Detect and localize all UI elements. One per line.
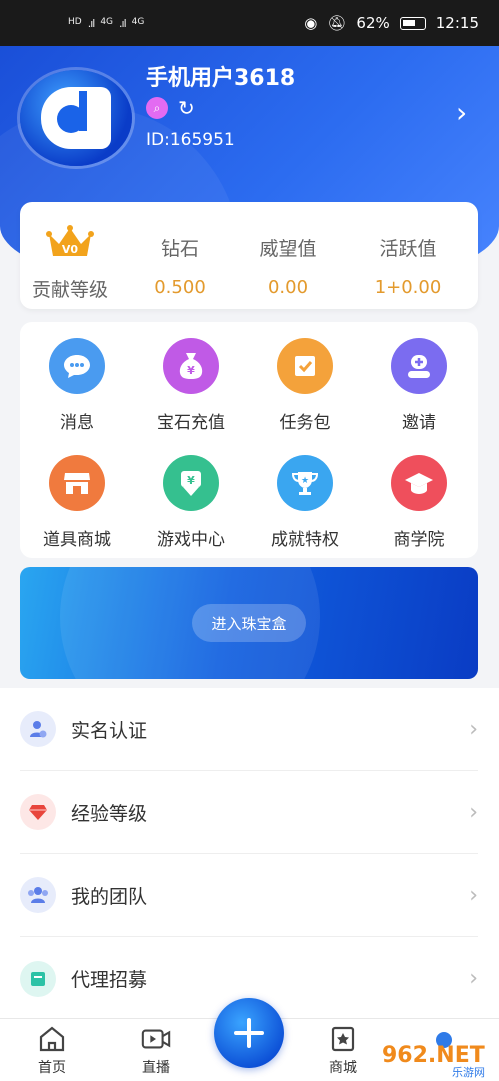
money-bag-icon: ¥ [163, 338, 219, 394]
watermark-text: 962.NET [382, 1043, 485, 1068]
grid-label: 宝石充值 [157, 413, 225, 433]
chevron-right-icon: › [469, 799, 478, 825]
jewelry-box-banner[interactable]: 进入珠宝盒 [20, 567, 478, 679]
stat-label: 活跃值 [379, 238, 437, 260]
list-label: 经验等级 [71, 802, 148, 825]
grid-label: 道具商城 [43, 530, 111, 550]
stat-diamond[interactable]: 钻石 0.500 [130, 202, 230, 309]
search-badge-icon[interactable]: ⌕ [146, 97, 168, 119]
site-watermark: 962.NET 乐游网 [382, 1032, 485, 1078]
chevron-right-icon: › [469, 966, 478, 991]
signal-indicators: HD .ıl 4G .ıl 4G [68, 17, 144, 30]
list-item-team[interactable]: 我的团队 › [20, 854, 478, 937]
eye-icon: ◉ [304, 14, 318, 32]
stat-label: 钻石 [160, 238, 199, 260]
grid-item-tasks[interactable]: 任务包 [248, 338, 362, 433]
stats-card: V0 贡献等级 钻石 0.500 威望值 0.00 活跃值 1+0.00 [20, 202, 478, 309]
enter-jewelry-box-button[interactable]: 进入珠宝盒 [192, 604, 306, 642]
nav-label: 首页 [38, 1060, 66, 1076]
app-logo-icon [41, 87, 111, 149]
grid-item-games[interactable]: ¥ 游戏中心 [134, 455, 248, 550]
grid-item-invite[interactable]: 邀请 [362, 338, 476, 433]
network-type-2: 4G [131, 16, 145, 27]
user-id: ID:165951 [146, 130, 235, 150]
nav-home[interactable]: 首页 [12, 1019, 92, 1081]
recruit-icon [20, 960, 56, 997]
list-label: 代理招募 [71, 969, 148, 991]
verify-icon [20, 711, 56, 747]
grid-label: 任务包 [279, 413, 331, 433]
grid-label: 成就特权 [271, 530, 339, 550]
crown-text: V0 [62, 243, 79, 256]
star-shop-icon [327, 1023, 359, 1055]
trophy-icon: ★ [277, 455, 333, 511]
network-type-1: 4G [100, 16, 114, 27]
chevron-right-icon[interactable]: › [456, 96, 467, 129]
mute-icon: 🔕︎ [327, 14, 347, 32]
user-name: 手机用户3618 [146, 66, 296, 91]
chat-icon [49, 338, 105, 394]
contribution-level[interactable]: V0 贡献等级 [20, 202, 120, 309]
home-icon [36, 1023, 68, 1055]
svg-text:¥: ¥ [187, 474, 195, 487]
crown-icon: V0 [46, 225, 94, 256]
stat-prestige[interactable]: 威望值 0.00 [238, 202, 338, 309]
svg-text:★: ★ [301, 476, 309, 486]
battery-icon [399, 16, 426, 30]
signal-icon: .ıl [87, 16, 96, 30]
team-icon [20, 877, 56, 913]
diamond-icon [20, 794, 56, 830]
grid-item-academy[interactable]: 商学院 [362, 455, 476, 550]
refresh-icon[interactable]: ↻ [178, 97, 195, 119]
signal-icon: .ıl [119, 16, 127, 30]
plus-icon [234, 1018, 264, 1048]
stat-label: 威望值 [259, 238, 317, 260]
nav-label: 直播 [142, 1060, 170, 1076]
grid-label: 邀请 [402, 413, 436, 433]
battery-percent: 62% [356, 14, 390, 32]
svg-text:¥: ¥ [187, 364, 195, 377]
list-label: 我的团队 [71, 885, 148, 908]
shop-icon [49, 455, 105, 511]
nav-label: 商城 [329, 1060, 357, 1076]
list-label: 实名认证 [71, 719, 148, 742]
stat-value: 0.00 [267, 277, 309, 298]
grid-label: 消息 [60, 413, 94, 433]
chevron-right-icon: › [469, 882, 478, 908]
grid-label: 商学院 [393, 530, 445, 550]
settings-list: 实名认证 › 经验等级 › 我的团队 › 代理招募 › [0, 688, 499, 1018]
clock: 12:15 [435, 14, 479, 32]
grid-item-recharge[interactable]: ¥ 宝石充值 [134, 338, 248, 433]
status-bar: HD .ıl 4G .ıl 4G ◉ 🔕︎ 62% 12:15 [0, 0, 499, 46]
grid-item-shop[interactable]: 道具商城 [20, 455, 134, 550]
watermark-sub: 乐游网 [452, 1066, 485, 1078]
nav-live[interactable]: 直播 [116, 1019, 196, 1081]
list-item-real-name[interactable]: 实名认证 › [20, 688, 478, 771]
stat-activity[interactable]: 活跃值 1+0.00 [353, 202, 463, 309]
task-icon [277, 338, 333, 394]
nav-mall[interactable]: 商城 [303, 1019, 383, 1081]
chevron-right-icon: › [469, 716, 478, 742]
feature-grid: 消息 ¥ 宝石充值 任务包 邀请 道具商城 ¥ 游戏中心 ★ 成就特权 商学院 [20, 322, 478, 558]
add-button[interactable] [214, 998, 284, 1068]
invite-icon [391, 338, 447, 394]
avatar[interactable] [20, 70, 132, 166]
list-item-experience[interactable]: 经验等级 › [20, 771, 478, 854]
level-label: 贡献等级 [31, 279, 108, 301]
grid-item-achievements[interactable]: ★ 成就特权 [248, 455, 362, 550]
grid-item-messages[interactable]: 消息 [20, 338, 134, 433]
stat-value: 0.500 [154, 277, 206, 298]
stat-value: 1+0.00 [374, 277, 442, 298]
hd-indicator: HD [68, 16, 82, 27]
video-icon [140, 1023, 172, 1055]
grid-label: 游戏中心 [157, 530, 225, 550]
game-icon: ¥ [163, 455, 219, 511]
graduation-icon [391, 455, 447, 511]
